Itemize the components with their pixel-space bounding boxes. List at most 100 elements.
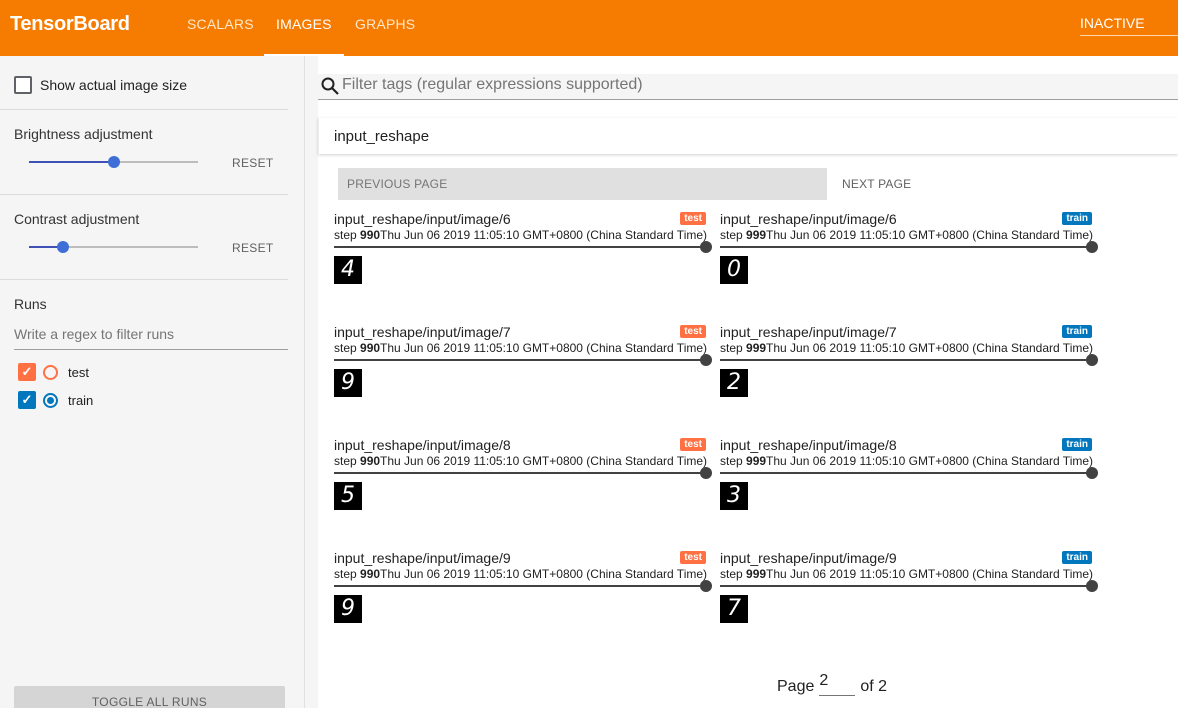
run-label-train: train bbox=[68, 392, 94, 408]
runs-title: Runs bbox=[14, 296, 47, 312]
mnist-digit-image[interactable]: 2 bbox=[720, 369, 748, 397]
run-label-test: test bbox=[68, 364, 89, 380]
step-slider-track[interactable] bbox=[334, 359, 702, 361]
contrast-slider-knob[interactable] bbox=[56, 241, 69, 253]
step-slider-knob[interactable] bbox=[1086, 354, 1098, 366]
page-label: Page bbox=[777, 678, 815, 695]
run-badge: train bbox=[1062, 551, 1092, 564]
step-slider-track[interactable] bbox=[720, 472, 1088, 474]
contrast-slider[interactable] bbox=[29, 241, 198, 253]
run-badge: train bbox=[1062, 325, 1092, 338]
image-card: input_reshape/input/image/9 test step 990T… bbox=[334, 550, 712, 630]
toggle-all-runs-button[interactable]: TOGGLE ALL RUNS bbox=[14, 686, 285, 708]
run-badge: test bbox=[680, 438, 706, 451]
tag-filter[interactable]: Filter tags (regular expressions support… bbox=[318, 74, 1178, 100]
tag-group-name: input_reshape bbox=[334, 128, 430, 145]
show-actual-size-label: Show actual image size bbox=[40, 77, 188, 93]
run-item-train[interactable]: ✓ train bbox=[18, 391, 93, 409]
step-slider-knob[interactable] bbox=[1086, 467, 1098, 479]
step-slider-knob[interactable] bbox=[1086, 580, 1098, 592]
image-card: input_reshape/input/image/9 train step 999… bbox=[720, 550, 1098, 630]
divider bbox=[0, 194, 288, 195]
mnist-digit-image[interactable]: 9 bbox=[334, 595, 362, 623]
step-slider-knob[interactable] bbox=[700, 467, 712, 479]
step-slider-knob[interactable] bbox=[700, 241, 712, 253]
mnist-digit-image[interactable]: 7 bbox=[720, 595, 748, 623]
run-checkbox-test[interactable]: ✓ bbox=[18, 363, 36, 381]
step-info: step 999Thu Jun 06 2019 11:05:10 GMT+080… bbox=[720, 228, 1094, 242]
page-total: of 2 bbox=[860, 678, 888, 695]
show-actual-size-option[interactable]: Show actual image size bbox=[14, 76, 187, 94]
tab-images[interactable]: IMAGES bbox=[264, 0, 344, 56]
run-checkbox-train[interactable]: ✓ bbox=[18, 391, 36, 409]
inactive-dashboard-select[interactable]: INACTIVE bbox=[1080, 14, 1178, 36]
image-card-title: input_reshape/input/image/7 bbox=[720, 324, 897, 340]
image-card: input_reshape/input/image/6 train step 999… bbox=[720, 211, 1098, 291]
step-info: step 999Thu Jun 06 2019 11:05:10 GMT+080… bbox=[720, 341, 1094, 355]
previous-page-button[interactable]: PREVIOUS PAGE bbox=[338, 168, 827, 200]
step-info: step 999Thu Jun 06 2019 11:05:10 GMT+080… bbox=[720, 567, 1094, 581]
image-card: input_reshape/input/image/8 test step 990T… bbox=[334, 437, 712, 517]
image-card: input_reshape/input/image/7 train step 999… bbox=[720, 324, 1098, 404]
tab-scalars[interactable]: SCALARS bbox=[187, 0, 254, 56]
pagination: Page 2 of 2 bbox=[777, 672, 887, 696]
step-slider-knob[interactable] bbox=[1086, 241, 1098, 253]
main-panel: Filter tags (regular expressions support… bbox=[318, 56, 1178, 708]
step-slider-track[interactable] bbox=[720, 585, 1088, 587]
page-number-input[interactable]: 2 bbox=[819, 672, 856, 696]
brightness-label: Brightness adjustment bbox=[14, 126, 153, 142]
step-slider-knob[interactable] bbox=[700, 580, 712, 592]
top-app-bar: TensorBoard SCALARS IMAGES GRAPHS INACTI… bbox=[0, 0, 1178, 56]
step-slider-track[interactable] bbox=[334, 246, 702, 248]
contrast-label: Contrast adjustment bbox=[14, 211, 140, 227]
step-info: step 990Thu Jun 06 2019 11:05:10 GMT+080… bbox=[334, 341, 708, 355]
image-card-title: input_reshape/input/image/8 bbox=[720, 437, 897, 453]
show-actual-size-checkbox[interactable] bbox=[14, 76, 32, 94]
mnist-digit-image[interactable]: 9 bbox=[334, 369, 362, 397]
step-slider-track[interactable] bbox=[720, 246, 1088, 248]
run-badge: test bbox=[680, 325, 706, 338]
tab-graphs[interactable]: GRAPHS bbox=[355, 0, 415, 56]
step-info: step 999Thu Jun 06 2019 11:05:10 GMT+080… bbox=[720, 454, 1094, 468]
image-card-title: input_reshape/input/image/9 bbox=[720, 550, 897, 566]
app-title: TensorBoard bbox=[10, 13, 130, 35]
brightness-reset-button[interactable]: RESET bbox=[232, 156, 274, 170]
brightness-slider-fill bbox=[29, 161, 114, 163]
step-slider-knob[interactable] bbox=[700, 354, 712, 366]
run-badge: train bbox=[1062, 438, 1092, 451]
step-slider-track[interactable] bbox=[334, 585, 702, 587]
divider bbox=[0, 109, 288, 110]
brightness-slider-knob[interactable] bbox=[107, 156, 120, 168]
mnist-digit-image[interactable]: 0 bbox=[720, 256, 748, 284]
tag-filter-input[interactable]: Filter tags (regular expressions support… bbox=[342, 76, 643, 94]
search-icon bbox=[321, 77, 339, 95]
image-card-title: input_reshape/input/image/6 bbox=[720, 211, 897, 227]
image-card-title: input_reshape/input/image/8 bbox=[334, 437, 511, 453]
step-info: step 990Thu Jun 06 2019 11:05:10 GMT+080… bbox=[334, 228, 708, 242]
sidebar: Show actual image size Brightness adjust… bbox=[0, 56, 305, 708]
step-slider-track[interactable] bbox=[720, 359, 1088, 361]
mnist-digit-image[interactable]: 3 bbox=[720, 482, 748, 510]
image-card: input_reshape/input/image/6 test step 990T… bbox=[334, 211, 712, 291]
next-page-button[interactable]: NEXT PAGE bbox=[842, 168, 911, 200]
run-filter-input[interactable]: Write a regex to filter runs bbox=[14, 326, 288, 350]
image-card-title: input_reshape/input/image/6 bbox=[334, 211, 511, 227]
tag-group-header[interactable]: input_reshape bbox=[318, 118, 1178, 154]
brightness-slider[interactable] bbox=[29, 156, 198, 168]
step-slider-track[interactable] bbox=[334, 472, 702, 474]
contrast-reset-button[interactable]: RESET bbox=[232, 241, 274, 255]
run-radio-test[interactable] bbox=[43, 364, 58, 380]
step-info: step 990Thu Jun 06 2019 11:05:10 GMT+080… bbox=[334, 567, 708, 581]
mnist-digit-image[interactable]: 5 bbox=[334, 482, 362, 510]
divider bbox=[0, 279, 288, 280]
image-card-title: input_reshape/input/image/7 bbox=[334, 324, 511, 340]
run-badge: test bbox=[680, 212, 706, 225]
run-badge: train bbox=[1062, 212, 1092, 225]
step-info: step 990Thu Jun 06 2019 11:05:10 GMT+080… bbox=[334, 454, 708, 468]
run-item-test[interactable]: ✓ test bbox=[18, 363, 89, 381]
run-radio-train[interactable] bbox=[43, 392, 58, 408]
run-badge: test bbox=[680, 551, 706, 564]
image-card: input_reshape/input/image/8 train step 999… bbox=[720, 437, 1098, 517]
mnist-digit-image[interactable]: 4 bbox=[334, 256, 362, 284]
image-card: input_reshape/input/image/7 test step 990T… bbox=[334, 324, 712, 404]
